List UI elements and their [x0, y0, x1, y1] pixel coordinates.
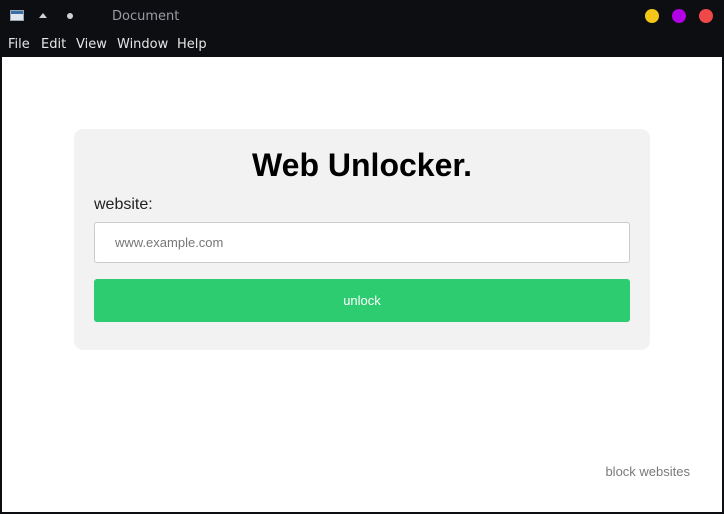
- page-title: Web Unlocker.: [252, 147, 472, 183]
- maximize-button[interactable]: [672, 9, 686, 23]
- app-window: Document File Edit View Window Help Web …: [0, 0, 724, 514]
- unlock-button[interactable]: unlock: [94, 279, 630, 322]
- website-label: website:: [94, 196, 153, 213]
- menu-item-help[interactable]: Help: [177, 37, 207, 52]
- window-title: Document: [112, 9, 180, 24]
- menu-item-file[interactable]: File: [8, 37, 30, 52]
- menu-item-window[interactable]: Window: [117, 37, 168, 52]
- menu-bar: File Edit View Window Help: [0, 32, 724, 56]
- minimize-button[interactable]: [645, 9, 659, 23]
- close-button[interactable]: [699, 9, 713, 23]
- dot-icon[interactable]: [67, 13, 73, 19]
- page-content: Web Unlocker. website: unlock block webs…: [2, 57, 722, 512]
- title-bar: Document: [0, 0, 724, 32]
- menu-item-view[interactable]: View: [76, 37, 107, 52]
- app-window-icon[interactable]: [10, 10, 24, 21]
- unlocker-card: Web Unlocker. website: unlock: [74, 129, 650, 350]
- block-websites-link[interactable]: block websites: [605, 464, 690, 479]
- menu-item-edit[interactable]: Edit: [41, 37, 66, 52]
- website-input[interactable]: [94, 222, 630, 263]
- arrow-up-icon[interactable]: [39, 13, 47, 18]
